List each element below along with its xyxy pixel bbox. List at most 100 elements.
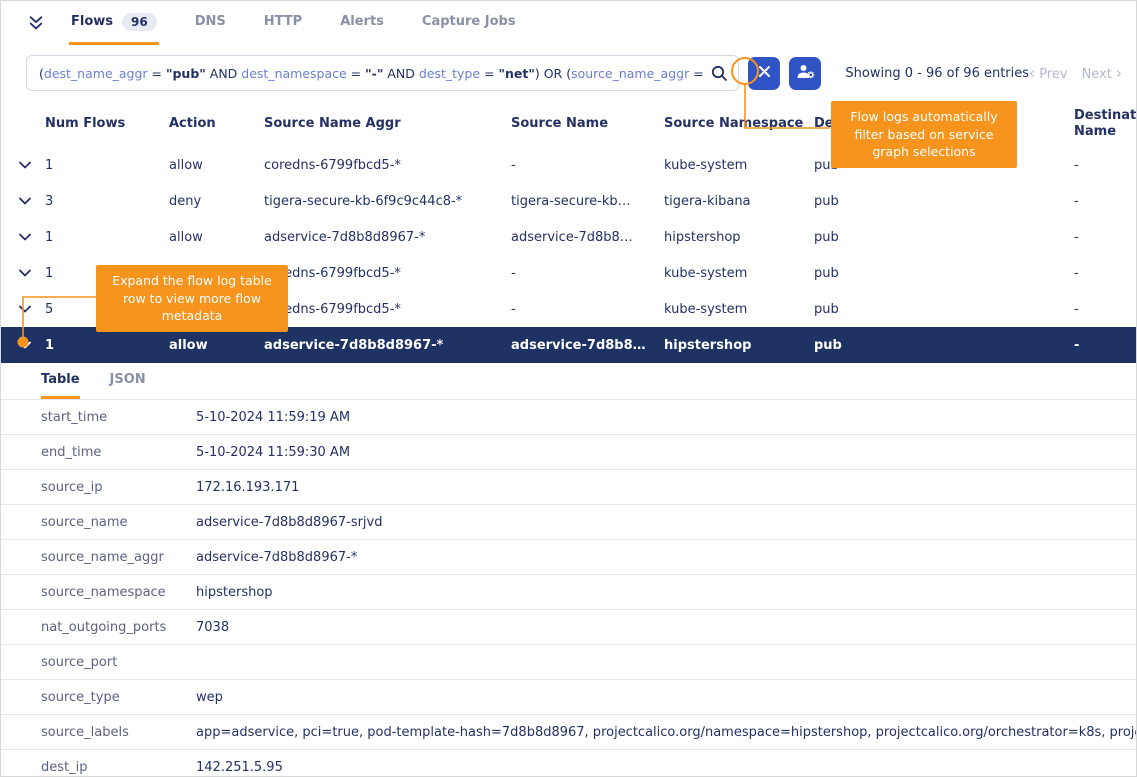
tab-alerts[interactable]: Alerts bbox=[338, 1, 386, 45]
query-token: dest_name_aggr bbox=[44, 66, 148, 81]
chevron-right-icon: › bbox=[1116, 64, 1122, 82]
detail-value: 5-10-2024 11:59:30 AM bbox=[196, 445, 1136, 460]
table-cell: tigera-kibana bbox=[664, 194, 814, 209]
table-cell: deny bbox=[169, 194, 264, 209]
table-cell: coredns-6799fbcd5-* bbox=[264, 302, 511, 317]
detail-row[interactable]: nat_outgoing_ports7038 bbox=[1, 609, 1136, 644]
table-cell: adservice-7d8b8… bbox=[511, 338, 664, 353]
table-cell: - bbox=[1074, 194, 1136, 209]
table-row[interactable]: 1allowadservice-7d8b8d8967-*adservice-7d… bbox=[1, 219, 1136, 255]
table-cell: allow bbox=[169, 158, 264, 173]
table-cell: - bbox=[1074, 302, 1136, 317]
detail-key: source_labels bbox=[1, 725, 196, 740]
detail-value: 172.16.193.171 bbox=[196, 480, 1136, 495]
detail-key: source_ip bbox=[1, 480, 196, 495]
table-cell: - bbox=[511, 302, 664, 317]
column-header: Source Name Aggr bbox=[264, 116, 511, 132]
chevron-down-icon[interactable] bbox=[19, 233, 45, 241]
column-header: Source Name bbox=[511, 116, 664, 132]
user-gear-icon bbox=[796, 63, 815, 83]
table-cell: 1 bbox=[45, 230, 169, 245]
detail-body: start_time5-10-2024 11:59:19 AMend_time5… bbox=[1, 399, 1136, 777]
detail-key: start_time bbox=[1, 410, 196, 425]
table-row[interactable]: 3denytigera-secure-kb-6f9c9c44c8-* tigera… bbox=[1, 183, 1136, 219]
callout-filter-tip: Flow logs automatically filter based on … bbox=[831, 101, 1017, 168]
table-row[interactable]: 1allowadservice-7d8b8d8967-*adservice-7d… bbox=[1, 327, 1136, 363]
query-token: AND bbox=[206, 66, 241, 81]
detail-key: source_type bbox=[1, 690, 196, 705]
query-token: ) OR ( bbox=[535, 66, 571, 81]
table-cell: - bbox=[511, 266, 664, 281]
detail-row[interactable]: source_namespacehipstershop bbox=[1, 574, 1136, 609]
detail-row[interactable]: start_time5-10-2024 11:59:19 AM bbox=[1, 399, 1136, 434]
tab-http[interactable]: HTTP bbox=[262, 1, 304, 45]
detail-row[interactable]: source_labelsapp=adservice, pci=true, po… bbox=[1, 714, 1136, 749]
filter-settings-button[interactable] bbox=[789, 57, 821, 90]
clear-filter-button[interactable] bbox=[748, 57, 780, 90]
tab-label: Flows bbox=[71, 14, 113, 29]
detail-row[interactable]: source_ip172.16.193.171 bbox=[1, 469, 1136, 504]
top-tab-bar: Flows96 DNS HTTP Alerts Capture Jobs bbox=[1, 1, 1136, 45]
query-text: (dest_name_aggr = "pub" AND dest_namespa… bbox=[39, 66, 703, 81]
table-cell: 1 bbox=[45, 338, 169, 353]
detail-key: nat_outgoing_ports bbox=[1, 620, 196, 635]
next-button[interactable]: Next › bbox=[1082, 64, 1122, 82]
detail-row[interactable]: end_time5-10-2024 11:59:30 AM bbox=[1, 434, 1136, 469]
column-header: Action bbox=[169, 116, 264, 132]
detail-tab-json[interactable]: JSON bbox=[110, 363, 146, 399]
chevron-down-icon[interactable] bbox=[19, 197, 45, 205]
detail-key: source_namespace bbox=[1, 585, 196, 600]
query-token: "pub" bbox=[166, 66, 206, 81]
detail-row[interactable]: source_nameadservice-7d8b8d8967-srjvd bbox=[1, 504, 1136, 539]
query-token: dest_type bbox=[419, 66, 480, 81]
query-token: = bbox=[148, 66, 166, 81]
detail-key: dest_ip bbox=[1, 760, 196, 775]
table-cell: pub bbox=[814, 338, 1074, 353]
detail-value: app=adservice, pci=true, pod-template-ha… bbox=[196, 725, 1136, 740]
detail-row[interactable]: dest_ip142.251.5.95 bbox=[1, 749, 1136, 777]
tab-flows[interactable]: Flows96 bbox=[69, 1, 159, 45]
detail-row[interactable]: source_port bbox=[1, 644, 1136, 679]
table-cell: hipstershop bbox=[664, 338, 814, 353]
detail-key: end_time bbox=[1, 445, 196, 460]
query-token: = bbox=[347, 66, 365, 81]
chevron-down-icon[interactable] bbox=[19, 161, 45, 169]
detail-row[interactable]: source_typewep bbox=[1, 679, 1136, 714]
detail-key: source_name bbox=[1, 515, 196, 530]
tab-label: DNS bbox=[195, 14, 226, 29]
tab-label: Alerts bbox=[340, 14, 384, 29]
table-cell: pub bbox=[814, 266, 1074, 281]
detail-key: source_port bbox=[1, 655, 196, 670]
query-token: AND bbox=[383, 66, 418, 81]
tab-label: HTTP bbox=[264, 14, 302, 29]
query-token: "-" bbox=[365, 66, 383, 81]
query-token: source_name_aggr bbox=[571, 66, 689, 81]
callout-expand-tip: Expand the flow log table row to view mo… bbox=[96, 265, 288, 332]
chevron-down-icon[interactable] bbox=[19, 341, 45, 349]
chevron-down-icon[interactable] bbox=[19, 269, 45, 277]
query-token: "net" bbox=[498, 66, 534, 81]
tab-dns[interactable]: DNS bbox=[193, 1, 228, 45]
table-cell: tigera-secure-kb-6f9c9c44c8-* bbox=[264, 194, 511, 209]
table-cell: kube-system bbox=[664, 158, 814, 173]
pagination: ‹ Prev Next › bbox=[1029, 64, 1126, 82]
table-cell: kube-system bbox=[664, 266, 814, 281]
search-icon[interactable] bbox=[711, 65, 728, 82]
chevron-down-icon[interactable] bbox=[19, 305, 45, 313]
detail-value: hipstershop bbox=[196, 585, 1136, 600]
tab-capture-jobs[interactable]: Capture Jobs bbox=[420, 1, 518, 45]
table-cell: - bbox=[1074, 266, 1136, 281]
table-cell: coredns-6799fbcd5-* bbox=[264, 266, 511, 281]
detail-row[interactable]: source_name_aggradservice-7d8b8d8967-* bbox=[1, 539, 1136, 574]
collapse-panel-icon[interactable] bbox=[27, 1, 45, 45]
table-cell: adservice-7d8b8d8967-* bbox=[264, 338, 511, 353]
query-filter-input[interactable]: (dest_name_aggr = "pub" AND dest_namespa… bbox=[26, 55, 739, 91]
table-cell: pub bbox=[814, 194, 1074, 209]
table-cell: hipstershop bbox=[664, 230, 814, 245]
table-cell: 3 bbox=[45, 194, 169, 209]
prev-button[interactable]: ‹ Prev bbox=[1029, 64, 1068, 82]
detail-value: 142.251.5.95 bbox=[196, 760, 1136, 775]
detail-tab-table[interactable]: Table bbox=[41, 363, 80, 399]
tab-label: Capture Jobs bbox=[422, 14, 516, 29]
table-cell: adservice-7d8b8d8967-* bbox=[264, 230, 511, 245]
